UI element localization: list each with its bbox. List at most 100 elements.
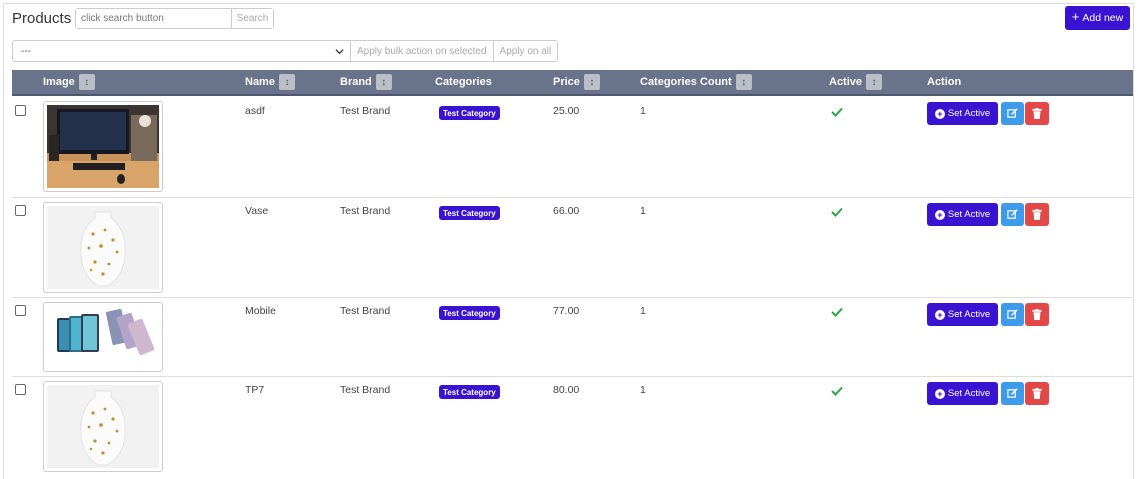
column-label-image: Image xyxy=(43,76,75,88)
edit-icon xyxy=(1007,309,1018,319)
check-icon xyxy=(831,107,843,117)
search-button[interactable]: Search xyxy=(231,9,273,28)
delete-button[interactable] xyxy=(1025,203,1049,226)
product-price: 25.00 xyxy=(553,105,580,117)
category-badge: Test Category xyxy=(439,385,500,399)
column-header-active: Active ↕ xyxy=(829,70,883,94)
edit-icon xyxy=(1007,209,1018,219)
column-label-brand: Brand xyxy=(340,76,372,88)
column-label-categories-count: Categories Count xyxy=(640,76,732,88)
product-name: TP7 xyxy=(245,384,265,396)
column-header-action: Action xyxy=(927,70,961,94)
table-row: asdf Test Brand Test Category 25.00 1 + … xyxy=(12,96,1133,198)
product-price: 80.00 xyxy=(553,384,580,396)
category-badge: Test Category xyxy=(439,206,500,220)
chevron-down-icon xyxy=(335,48,344,54)
sort-icon[interactable]: ↕ xyxy=(583,74,600,90)
apply-bulk-selected-button[interactable]: Apply bulk action on selected xyxy=(351,40,494,62)
sort-icon[interactable]: ↕ xyxy=(278,74,295,90)
trash-icon xyxy=(1032,309,1042,320)
category-badge: Test Category xyxy=(439,106,500,120)
plus-circle-icon: + xyxy=(934,209,945,220)
plus-icon: + xyxy=(1071,9,1080,24)
product-image[interactable] xyxy=(43,381,163,472)
product-image[interactable] xyxy=(43,302,163,372)
add-new-button[interactable]: + Add new xyxy=(1065,6,1130,30)
set-active-label: Set Active xyxy=(947,388,991,399)
categories-count: 1 xyxy=(640,105,646,117)
plus-circle-icon: + xyxy=(934,309,945,320)
category-badge: Test Category xyxy=(439,306,500,320)
delete-button[interactable] xyxy=(1025,102,1049,125)
set-active-button[interactable]: + Set Active xyxy=(927,382,998,405)
sort-icon[interactable]: ↕ xyxy=(375,74,392,90)
mobile-photo-image xyxy=(47,306,159,368)
categories-count: 1 xyxy=(640,205,646,217)
bulk-action-value: --- xyxy=(21,45,31,57)
set-active-button[interactable]: + Set Active xyxy=(927,303,998,326)
sort-icon[interactable]: ↕ xyxy=(78,74,95,90)
column-label-categories: Categories xyxy=(435,76,492,88)
set-active-button[interactable]: + Set Active xyxy=(927,102,998,125)
table-row: TP7 Test Brand Test Category 80.00 1 + S… xyxy=(12,377,1133,477)
vase-photo-image xyxy=(47,206,159,289)
edit-button[interactable] xyxy=(1001,382,1024,405)
sort-icon[interactable]: ↕ xyxy=(866,74,883,90)
product-price: 66.00 xyxy=(553,205,580,217)
trash-icon xyxy=(1032,108,1042,119)
trash-icon xyxy=(1032,209,1042,220)
row-checkbox[interactable] xyxy=(15,305,26,316)
check-icon xyxy=(831,207,843,217)
column-label-price: Price xyxy=(553,76,580,88)
set-active-label: Set Active xyxy=(947,309,991,320)
table-header: Image ↕ Name ↕ Brand ↕ Categories Price … xyxy=(12,70,1133,96)
trash-icon xyxy=(1032,388,1042,399)
row-checkbox[interactable] xyxy=(15,105,26,116)
edit-icon xyxy=(1007,388,1018,398)
search-input[interactable] xyxy=(76,9,231,28)
categories-count: 1 xyxy=(640,384,646,396)
product-name: Vase xyxy=(245,205,269,217)
products-panel: Products Search + Add new --- Apply bulk… xyxy=(3,3,1134,479)
edit-icon xyxy=(1007,108,1018,118)
vase-photo-image xyxy=(47,385,159,468)
edit-button[interactable] xyxy=(1001,102,1024,125)
desk-photo-image xyxy=(47,105,159,188)
apply-on-all-button[interactable]: Apply on all xyxy=(493,40,559,62)
search-group: Search xyxy=(75,8,274,29)
row-checkbox[interactable] xyxy=(15,205,26,216)
product-name: asdf xyxy=(245,105,265,117)
edit-button[interactable] xyxy=(1001,203,1024,226)
column-header-name: Name ↕ xyxy=(245,70,295,94)
edit-button[interactable] xyxy=(1001,303,1024,326)
table-row: Vase Test Brand Test Category 66.00 1 + … xyxy=(12,198,1133,298)
column-header-image: Image ↕ xyxy=(43,70,95,94)
column-header-price: Price ↕ xyxy=(553,70,600,94)
set-active-button[interactable]: + Set Active xyxy=(927,203,998,226)
table-row: Mobile Test Brand Test Category 77.00 1 … xyxy=(12,298,1133,377)
bulk-actions-bar: --- Apply bulk action on selected Apply … xyxy=(12,40,559,62)
product-price: 77.00 xyxy=(553,305,580,317)
plus-circle-icon: + xyxy=(934,108,945,119)
product-brand: Test Brand xyxy=(340,205,391,217)
product-image[interactable] xyxy=(43,101,163,192)
set-active-label: Set Active xyxy=(947,108,991,119)
column-header-categories-count: Categories Count ↕ xyxy=(640,70,752,94)
add-new-label: Add new xyxy=(1082,12,1124,24)
column-header-categories: Categories xyxy=(435,70,492,94)
check-icon xyxy=(831,307,843,317)
check-icon xyxy=(831,386,843,396)
sort-icon[interactable]: ↕ xyxy=(735,74,752,90)
bulk-action-select[interactable]: --- xyxy=(12,40,351,62)
set-active-label: Set Active xyxy=(947,209,991,220)
page-title: Products xyxy=(12,10,72,27)
product-brand: Test Brand xyxy=(340,105,391,117)
categories-count: 1 xyxy=(640,305,646,317)
product-image[interactable] xyxy=(43,202,163,293)
delete-button[interactable] xyxy=(1025,303,1049,326)
product-brand: Test Brand xyxy=(340,305,391,317)
product-name: Mobile xyxy=(245,305,276,317)
delete-button[interactable] xyxy=(1025,382,1049,405)
row-checkbox[interactable] xyxy=(15,384,26,395)
column-label-active: Active xyxy=(829,76,863,88)
